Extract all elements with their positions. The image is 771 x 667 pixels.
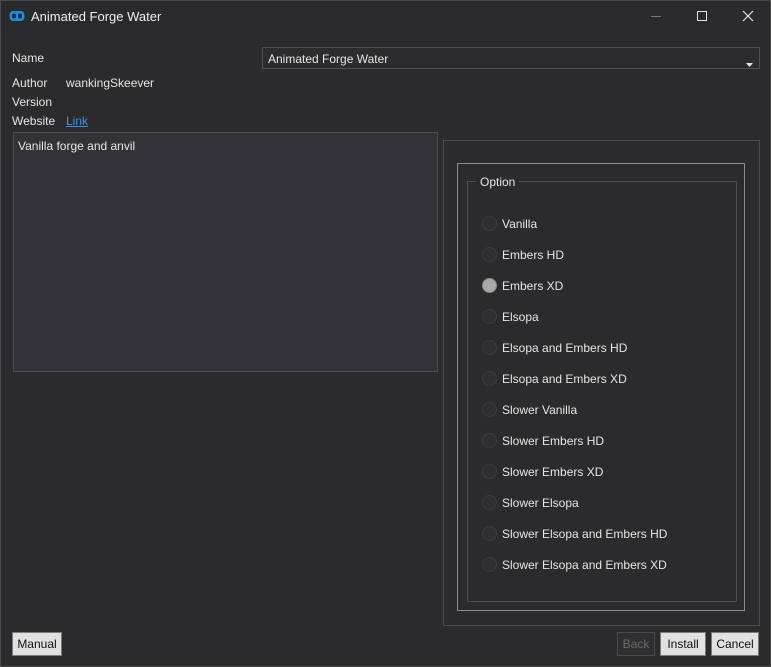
close-icon [742,10,754,22]
radio-button[interactable] [482,557,497,572]
radio-button[interactable] [482,526,497,541]
option-radio-row[interactable]: Slower Vanilla [482,402,722,418]
option-radio-row[interactable]: Embers HD [482,247,722,263]
close-button[interactable] [725,1,771,31]
option-group-label: Option [476,175,520,189]
option-group: Option Vanilla Embers HD Embers XD Elsopa El… [467,175,737,602]
option-radio-row[interactable]: Elsopa and Embers XD [482,371,722,387]
minimize-button[interactable] [633,1,679,31]
author-value: wankingSkeever [66,76,155,90]
description-text: Vanilla forge and anvil [18,139,136,153]
back-button[interactable]: Back [617,632,655,656]
name-label: Name [12,51,45,65]
installer-window: Animated Forge Water Name Animated Forge… [0,0,771,667]
radio-button[interactable] [482,278,497,293]
options-frame: Option Vanilla Embers HD Embers XD Elsopa El… [457,163,745,611]
radio-label: Elsopa and Embers XD [502,372,627,386]
radio-button[interactable] [482,495,497,510]
option-radio-row[interactable]: Slower Elsopa and Embers HD [482,526,722,542]
options-panel: Option Vanilla Embers HD Embers XD Elsopa El… [443,140,760,626]
option-radio-row[interactable]: Embers XD [482,278,722,294]
radio-button[interactable] [482,216,497,231]
radio-button[interactable] [482,371,497,386]
window-title: Animated Forge Water [31,9,162,24]
install-button[interactable]: Install [660,632,706,656]
radio-label: Elsopa and Embers HD [502,341,628,355]
radio-label: Slower Vanilla [502,403,578,417]
name-dropdown[interactable]: Animated Forge Water [262,47,760,69]
chevron-down-icon [746,56,753,70]
minimize-icon [651,16,661,17]
website-link[interactable]: Link [66,114,88,128]
radio-button[interactable] [482,402,497,417]
radio-label: Slower Embers HD [502,434,605,448]
radio-button[interactable] [482,340,497,355]
radio-button[interactable] [482,433,497,448]
radio-label: Vanilla [502,217,538,231]
author-label: Author [12,76,48,90]
option-radio-row[interactable]: Slower Elsopa and Embers XD [482,557,722,573]
manual-button[interactable]: Manual [12,632,62,656]
radio-label: Embers HD [502,248,565,262]
website-label: Website [12,114,56,128]
radio-button[interactable] [482,247,497,262]
maximize-icon [697,11,707,21]
option-radio-row[interactable]: Elsopa and Embers HD [482,340,722,356]
maximize-button[interactable] [679,1,725,31]
option-radio-row[interactable]: Slower Embers XD [482,464,722,480]
option-radio-row[interactable]: Slower Elsopa [482,495,722,511]
name-dropdown-value: Animated Forge Water [268,52,389,66]
radio-label: Embers XD [502,279,564,293]
option-radio-row[interactable]: Elsopa [482,309,722,325]
option-radio-row[interactable]: Vanilla [482,216,722,232]
radio-label: Slower Elsopa [502,496,579,510]
radio-label: Slower Elsopa and Embers XD [502,558,667,572]
radio-button[interactable] [482,464,497,479]
radio-label: Slower Embers XD [502,465,604,479]
radio-label: Slower Elsopa and Embers HD [502,527,668,541]
app-logo-icon [9,10,25,22]
radio-button[interactable] [482,309,497,324]
title-bar[interactable]: Animated Forge Water [1,1,770,31]
description-box[interactable]: Vanilla forge and anvil [13,132,438,372]
option-radio-row[interactable]: Slower Embers HD [482,433,722,449]
cancel-button[interactable]: Cancel [711,632,759,656]
radio-label: Elsopa [502,310,539,324]
version-label: Version [12,95,53,109]
